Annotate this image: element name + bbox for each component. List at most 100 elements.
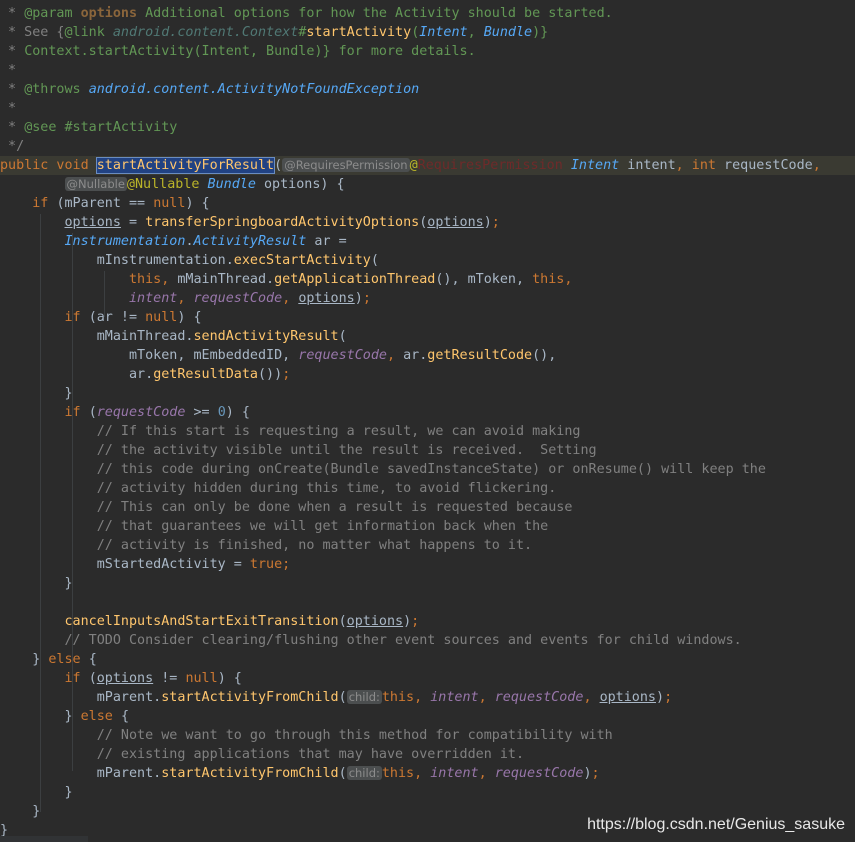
code-token: ) { bbox=[185, 196, 210, 211]
code-line[interactable]: if (options != null) { bbox=[0, 669, 855, 688]
code-token: startActivity bbox=[306, 25, 412, 40]
code-token: @link bbox=[64, 25, 113, 40]
code-token: (), mToken, bbox=[435, 272, 533, 287]
code-line[interactable]: mParent.startActivityFromChild(child: thi… bbox=[0, 764, 855, 783]
code-token: } bbox=[0, 386, 73, 401]
code-token: ar. bbox=[403, 348, 428, 363]
code-line[interactable]: // that guarantees we will get informati… bbox=[0, 517, 855, 536]
code-line[interactable]: } else { bbox=[0, 650, 855, 669]
code-line[interactable]: mInstrumentation.execStartActivity( bbox=[0, 251, 855, 270]
code-line[interactable] bbox=[0, 593, 855, 612]
code-token: ( bbox=[338, 766, 347, 781]
code-token: requestCode bbox=[494, 690, 584, 705]
code-line[interactable]: Instrumentation.ActivityResult ar = bbox=[0, 232, 855, 251]
code-token: // activity is finished, no matter what … bbox=[0, 538, 533, 553]
code-editor[interactable]: * @param options Additional options for … bbox=[0, 0, 855, 842]
code-token: options bbox=[96, 671, 154, 686]
code-line[interactable]: public void startActivityForResult(@Requ… bbox=[0, 156, 855, 175]
code-token: android.content.ActivityNotFoundExceptio… bbox=[88, 82, 420, 97]
code-token: transferSpringboardActivityOptions bbox=[145, 215, 420, 230]
code-token: , bbox=[478, 766, 495, 781]
code-token: } bbox=[0, 785, 73, 800]
code-token: getResultData bbox=[153, 367, 258, 382]
code-token: requestCode bbox=[96, 405, 186, 420]
code-token: ( bbox=[338, 329, 347, 344]
code-token: ActivityResult bbox=[193, 234, 307, 249]
code-token: , int bbox=[675, 158, 725, 173]
code-token: // this code during onCreate(Bundle save… bbox=[0, 462, 766, 477]
code-token: // existing applications that may have o… bbox=[0, 747, 525, 762]
code-token: mToken, mEmbeddedID, bbox=[0, 348, 299, 363]
code-token: requestCode bbox=[298, 348, 387, 363]
code-line[interactable]: // this code during onCreate(Bundle save… bbox=[0, 460, 855, 479]
code-line[interactable]: @Nullable @Nullable Bundle options) { bbox=[0, 175, 855, 194]
code-line[interactable]: // activity is finished, no matter what … bbox=[0, 536, 855, 555]
code-token: * bbox=[0, 82, 25, 97]
code-token: @param bbox=[24, 6, 81, 21]
code-token: } bbox=[0, 804, 41, 819]
code-token: , bbox=[478, 690, 495, 705]
code-token: // activity hidden during this time, to … bbox=[0, 481, 557, 496]
horizontal-scrollbar[interactable] bbox=[0, 836, 88, 842]
code-line[interactable]: } bbox=[0, 783, 855, 802]
code-token: ar = bbox=[306, 234, 347, 249]
code-line[interactable]: intent, requestCode, options); bbox=[0, 289, 855, 308]
code-line[interactable]: // the activity visible until the result… bbox=[0, 441, 855, 460]
code-line[interactable]: this, mMainThread.getApplicationThread()… bbox=[0, 270, 855, 289]
code-line[interactable]: * @throws android.content.ActivityNotFou… bbox=[0, 80, 855, 99]
code-token: , bbox=[386, 348, 404, 363]
code-token: (ar != bbox=[88, 310, 146, 325]
code-line[interactable]: * @see #startActivity bbox=[0, 118, 855, 137]
code-token: this, bbox=[381, 766, 431, 781]
code-line[interactable]: cancelInputsAndStartExitTransition(optio… bbox=[0, 612, 855, 631]
code-token: else bbox=[80, 709, 121, 724]
code-line[interactable]: mParent.startActivityFromChild(child: thi… bbox=[0, 688, 855, 707]
code-token: options) { bbox=[255, 177, 345, 192]
code-token: startActivityForResult bbox=[95, 157, 276, 174]
code-token: ( bbox=[88, 405, 97, 420]
code-token: ( bbox=[370, 253, 379, 268]
code-line[interactable]: * See {@link android.content.Context#sta… bbox=[0, 23, 855, 42]
code-line[interactable]: * Context.startActivity(Intent, Bundle)}… bbox=[0, 42, 855, 61]
code-line[interactable]: ar.getResultData()); bbox=[0, 365, 855, 384]
code-token: } bbox=[0, 576, 73, 591]
code-token: , bbox=[282, 291, 299, 306]
code-token: * bbox=[0, 63, 17, 78]
code-token: this, bbox=[532, 272, 573, 287]
code-line[interactable]: } else { bbox=[0, 707, 855, 726]
code-token: * bbox=[0, 120, 25, 135]
code-token: */ bbox=[0, 139, 25, 154]
code-line[interactable]: mToken, mEmbeddedID, requestCode, ar.get… bbox=[0, 346, 855, 365]
code-line[interactable]: mMainThread.sendActivityResult( bbox=[0, 327, 855, 346]
code-line[interactable]: // existing applications that may have o… bbox=[0, 745, 855, 764]
parameter-hint: child: bbox=[346, 690, 382, 704]
code-token: // that guarantees we will get informati… bbox=[0, 519, 549, 534]
code-line[interactable]: if (ar != null) { bbox=[0, 308, 855, 327]
code-token: )} bbox=[532, 25, 549, 40]
code-line[interactable]: // This can only be done when a result i… bbox=[0, 498, 855, 517]
code-line[interactable]: if (mParent == null) { bbox=[0, 194, 855, 213]
code-line[interactable]: } bbox=[0, 574, 855, 593]
code-line[interactable]: mStartedActivity = true; bbox=[0, 555, 855, 574]
code-line[interactable]: */ bbox=[0, 137, 855, 156]
code-line[interactable]: * bbox=[0, 61, 855, 80]
code-token: ) bbox=[483, 215, 492, 230]
code-token: } bbox=[0, 709, 81, 724]
code-line[interactable]: } bbox=[0, 384, 855, 403]
code-line[interactable]: // activity hidden during this time, to … bbox=[0, 479, 855, 498]
code-line[interactable]: * bbox=[0, 99, 855, 118]
code-token: intent bbox=[619, 158, 676, 173]
code-line[interactable]: options = transferSpringboardActivityOpt… bbox=[0, 213, 855, 232]
code-token: options bbox=[80, 6, 138, 21]
code-line[interactable]: if (requestCode >= 0) { bbox=[0, 403, 855, 422]
code-token: cancelInputsAndStartExitTransition bbox=[64, 614, 339, 629]
code-line[interactable]: // If this start is requesting a result,… bbox=[0, 422, 855, 441]
code-token: Intent bbox=[570, 158, 620, 173]
code-token: ; bbox=[411, 614, 420, 629]
code-line[interactable]: // TODO Consider clearing/flushing other… bbox=[0, 631, 855, 650]
code-line[interactable]: // Note we want to go through this metho… bbox=[0, 726, 855, 745]
code-token: ) { bbox=[217, 671, 242, 686]
code-line[interactable]: * @param options Additional options for … bbox=[0, 4, 855, 23]
